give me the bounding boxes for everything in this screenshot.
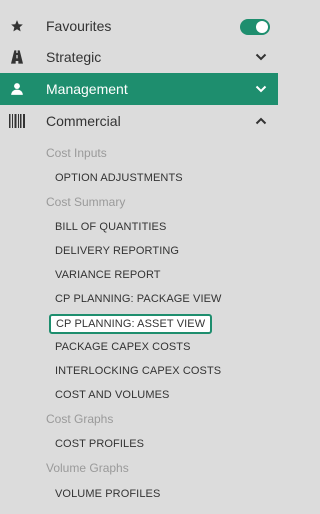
sidebar-item-strategic[interactable]: Strategic — [0, 41, 278, 73]
barcode-icon — [8, 112, 26, 130]
link-cost-and-volumes[interactable]: COST AND VOLUMES — [55, 389, 169, 401]
link-interlocking-capex-costs[interactable]: INTERLOCKING CAPEX COSTS — [55, 365, 221, 377]
sidebar-item-management[interactable]: Management — [0, 73, 278, 105]
link-volume-profiles[interactable]: VOLUME PROFILES — [55, 488, 160, 500]
group-label-cost-summary: Cost Summary — [46, 195, 126, 209]
toggle-knob — [256, 21, 268, 33]
link-cp-planning-asset-view[interactable]: CP PLANNING: ASSET VIEW — [49, 314, 213, 334]
group-label-volume-graphs: Volume Graphs — [46, 461, 129, 475]
favourites-toggle[interactable] — [240, 19, 270, 35]
star-icon — [8, 17, 26, 35]
sidebar-item-label: Commercial — [46, 113, 121, 129]
link-variance-report[interactable]: VARIANCE REPORT — [55, 269, 161, 281]
sidebar-item-label: Strategic — [46, 49, 102, 65]
chevron-up-icon[interactable] — [254, 114, 268, 128]
group-label-cost-graphs: Cost Graphs — [46, 412, 114, 426]
user-icon — [8, 80, 26, 98]
link-delivery-reporting[interactable]: DELIVERY REPORTING — [55, 245, 179, 257]
road-icon — [8, 48, 26, 66]
link-package-capex-costs[interactable]: PACKAGE CAPEX COSTS — [55, 341, 191, 353]
sidebar-item-label: Management — [46, 81, 128, 97]
link-cost-profiles[interactable]: COST PROFILES — [55, 438, 144, 450]
chevron-down-icon[interactable] — [254, 50, 268, 64]
link-option-adjustments[interactable]: OPTION ADJUSTMENTS — [55, 172, 183, 184]
sidebar-item-label: Favourites — [46, 18, 112, 34]
link-bill-of-quantities[interactable]: BILL OF QUANTITIES — [55, 221, 166, 233]
sidebar-item-favourites[interactable]: Favourites — [0, 10, 278, 42]
chevron-down-icon[interactable] — [254, 82, 268, 96]
sidebar-item-commercial[interactable]: Commercial — [0, 105, 278, 137]
link-cp-planning-package-view[interactable]: CP PLANNING: PACKAGE VIEW — [55, 293, 222, 305]
group-label-cost-inputs: Cost Inputs — [46, 146, 107, 160]
